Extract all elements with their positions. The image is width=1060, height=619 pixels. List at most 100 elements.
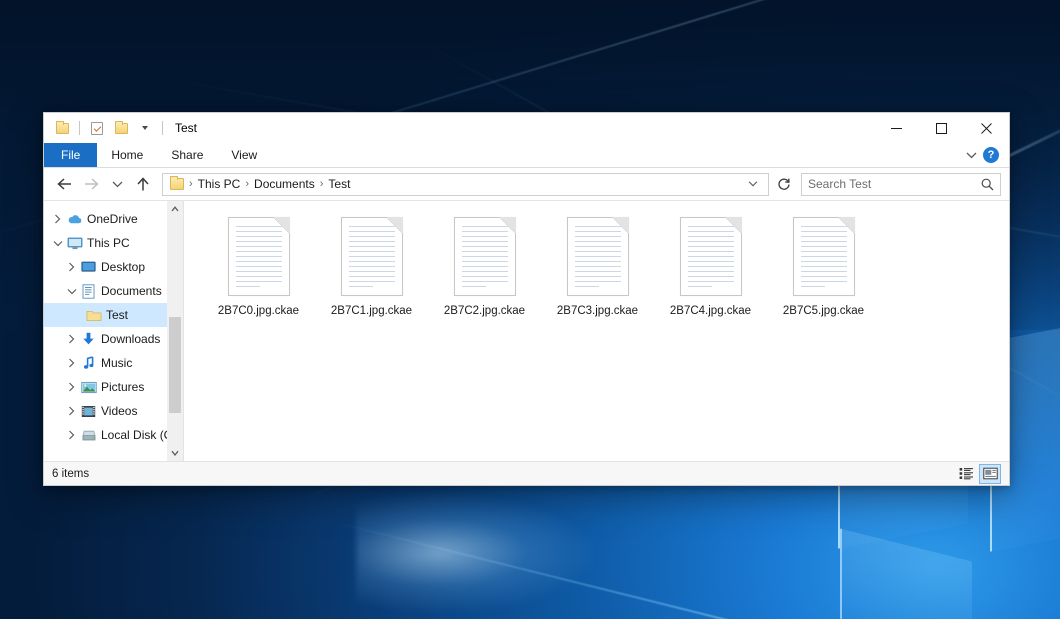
- tab-view[interactable]: View: [217, 143, 271, 167]
- sidebar-item-label: Test: [106, 308, 128, 322]
- sidebar-scrollbar[interactable]: [167, 201, 183, 461]
- details-view-button[interactable]: [955, 464, 977, 484]
- ribbon-tab-bar: File Home Share View ?: [44, 143, 1009, 168]
- sidebar-item-label: Music: [101, 356, 132, 370]
- ribbon-spacer: [271, 143, 966, 167]
- generic-document-icon: [454, 217, 516, 296]
- music-icon: [79, 356, 98, 370]
- explorer-body: OneDrive This PC: [44, 200, 1009, 461]
- status-bar: 6 items: [44, 461, 1009, 485]
- scroll-down-icon[interactable]: [167, 445, 183, 461]
- drive-icon: [79, 429, 98, 442]
- scrollbar-track[interactable]: [167, 217, 183, 445]
- folder-icon: [170, 178, 184, 190]
- recent-locations-button[interactable]: [104, 171, 130, 197]
- file-item[interactable]: 2B7C0.jpg.ckae: [202, 213, 315, 324]
- sidebar-item-onedrive[interactable]: OneDrive: [44, 207, 183, 231]
- folder-icon[interactable]: [52, 118, 72, 138]
- folder-icon: [84, 309, 103, 322]
- chevron-right-icon[interactable]: [64, 406, 79, 416]
- close-button[interactable]: [964, 113, 1009, 143]
- search-input[interactable]: [808, 177, 981, 191]
- help-icon[interactable]: ?: [983, 147, 999, 163]
- navigation-pane: OneDrive This PC: [44, 201, 184, 461]
- breadcrumb-this-pc[interactable]: This PC: [194, 174, 245, 195]
- tab-home[interactable]: Home: [97, 143, 157, 167]
- window-controls: [874, 113, 1009, 143]
- sidebar-item-downloads[interactable]: Downloads: [44, 327, 183, 351]
- desktop: Test File Home Share View: [0, 0, 1060, 619]
- cloud-icon: [65, 213, 84, 225]
- sidebar-item-test[interactable]: Test: [44, 303, 183, 327]
- chevron-down-icon[interactable]: [64, 288, 79, 295]
- sidebar-item-videos[interactable]: Videos: [44, 399, 183, 423]
- sidebar-item-label: This PC: [87, 236, 130, 250]
- documents-icon: [79, 284, 98, 299]
- desktop-icon: [79, 261, 98, 273]
- title-bar: Test: [44, 113, 1009, 143]
- chevron-down-icon[interactable]: [135, 118, 155, 138]
- sidebar-item-this-pc[interactable]: This PC: [44, 231, 183, 255]
- chevron-right-icon[interactable]: [64, 262, 79, 272]
- sidebar-item-label: Downloads: [101, 332, 160, 346]
- generic-document-icon: [680, 217, 742, 296]
- file-list-pane[interactable]: 2B7C0.jpg.ckae 2B7C1.jpg.c: [184, 201, 1009, 461]
- properties-icon[interactable]: [87, 118, 107, 138]
- sidebar-item-label: Videos: [101, 404, 137, 418]
- chevron-down-icon[interactable]: [742, 179, 764, 190]
- sidebar-item-music[interactable]: Music: [44, 351, 183, 375]
- download-icon: [79, 332, 98, 346]
- pictures-icon: [79, 381, 98, 394]
- sidebar-item-label: OneDrive: [87, 212, 138, 226]
- file-name: 2B7C5.jpg.ckae: [783, 304, 864, 318]
- chevron-right-icon[interactable]: [64, 430, 79, 440]
- file-item[interactable]: 2B7C1.jpg.ckae: [315, 213, 428, 324]
- sidebar-item-label: Pictures: [101, 380, 144, 394]
- chevron-down-icon[interactable]: [50, 240, 65, 247]
- generic-document-icon: [228, 217, 290, 296]
- chevron-right-icon[interactable]: [64, 382, 79, 392]
- file-item[interactable]: 2B7C2.jpg.ckae: [428, 213, 541, 324]
- ribbon-actions: ?: [966, 143, 1009, 167]
- up-button[interactable]: [130, 171, 156, 197]
- generic-document-icon: [341, 217, 403, 296]
- maximize-button[interactable]: [919, 113, 964, 143]
- sidebar-item-desktop[interactable]: Desktop: [44, 255, 183, 279]
- quick-access-toolbar: [44, 118, 166, 138]
- sidebar-item-pictures[interactable]: Pictures: [44, 375, 183, 399]
- address-bar: › This PC › Documents › Test: [44, 168, 1009, 200]
- file-name: 2B7C4.jpg.ckae: [670, 304, 751, 318]
- file-item[interactable]: 2B7C3.jpg.ckae: [541, 213, 654, 324]
- chevron-right-icon[interactable]: [50, 214, 65, 224]
- back-button[interactable]: [52, 171, 78, 197]
- breadcrumb[interactable]: › This PC › Documents › Test: [162, 173, 769, 196]
- chevron-right-icon[interactable]: [64, 358, 79, 368]
- sidebar-item-local-disk-c[interactable]: Local Disk (C:): [44, 423, 183, 447]
- large-icons-view-button[interactable]: [979, 464, 1001, 484]
- file-name: 2B7C3.jpg.ckae: [557, 304, 638, 318]
- generic-document-icon: [567, 217, 629, 296]
- file-item[interactable]: 2B7C5.jpg.ckae: [767, 213, 880, 324]
- scroll-up-icon[interactable]: [167, 201, 183, 217]
- search-box[interactable]: [801, 173, 1001, 196]
- wallpaper-glow: [356, 493, 596, 613]
- toolbar-divider: [79, 121, 80, 135]
- monitor-icon: [65, 237, 84, 250]
- generic-document-icon: [793, 217, 855, 296]
- view-toggle-group: [955, 464, 1001, 484]
- toolbar-divider: [162, 121, 163, 135]
- forward-button[interactable]: [78, 171, 104, 197]
- chevron-down-icon[interactable]: [966, 148, 977, 162]
- breadcrumb-test[interactable]: Test: [324, 174, 354, 195]
- scrollbar-thumb[interactable]: [169, 317, 181, 413]
- minimize-button[interactable]: [874, 113, 919, 143]
- tab-file[interactable]: File: [44, 143, 97, 167]
- sidebar-item-documents[interactable]: Documents: [44, 279, 183, 303]
- tab-share[interactable]: Share: [157, 143, 217, 167]
- file-item[interactable]: 2B7C4.jpg.ckae: [654, 213, 767, 324]
- refresh-button[interactable]: [773, 173, 795, 196]
- chevron-right-icon[interactable]: [64, 334, 79, 344]
- window-title: Test: [175, 121, 197, 135]
- breadcrumb-documents[interactable]: Documents: [250, 174, 319, 195]
- new-folder-icon[interactable]: [111, 118, 131, 138]
